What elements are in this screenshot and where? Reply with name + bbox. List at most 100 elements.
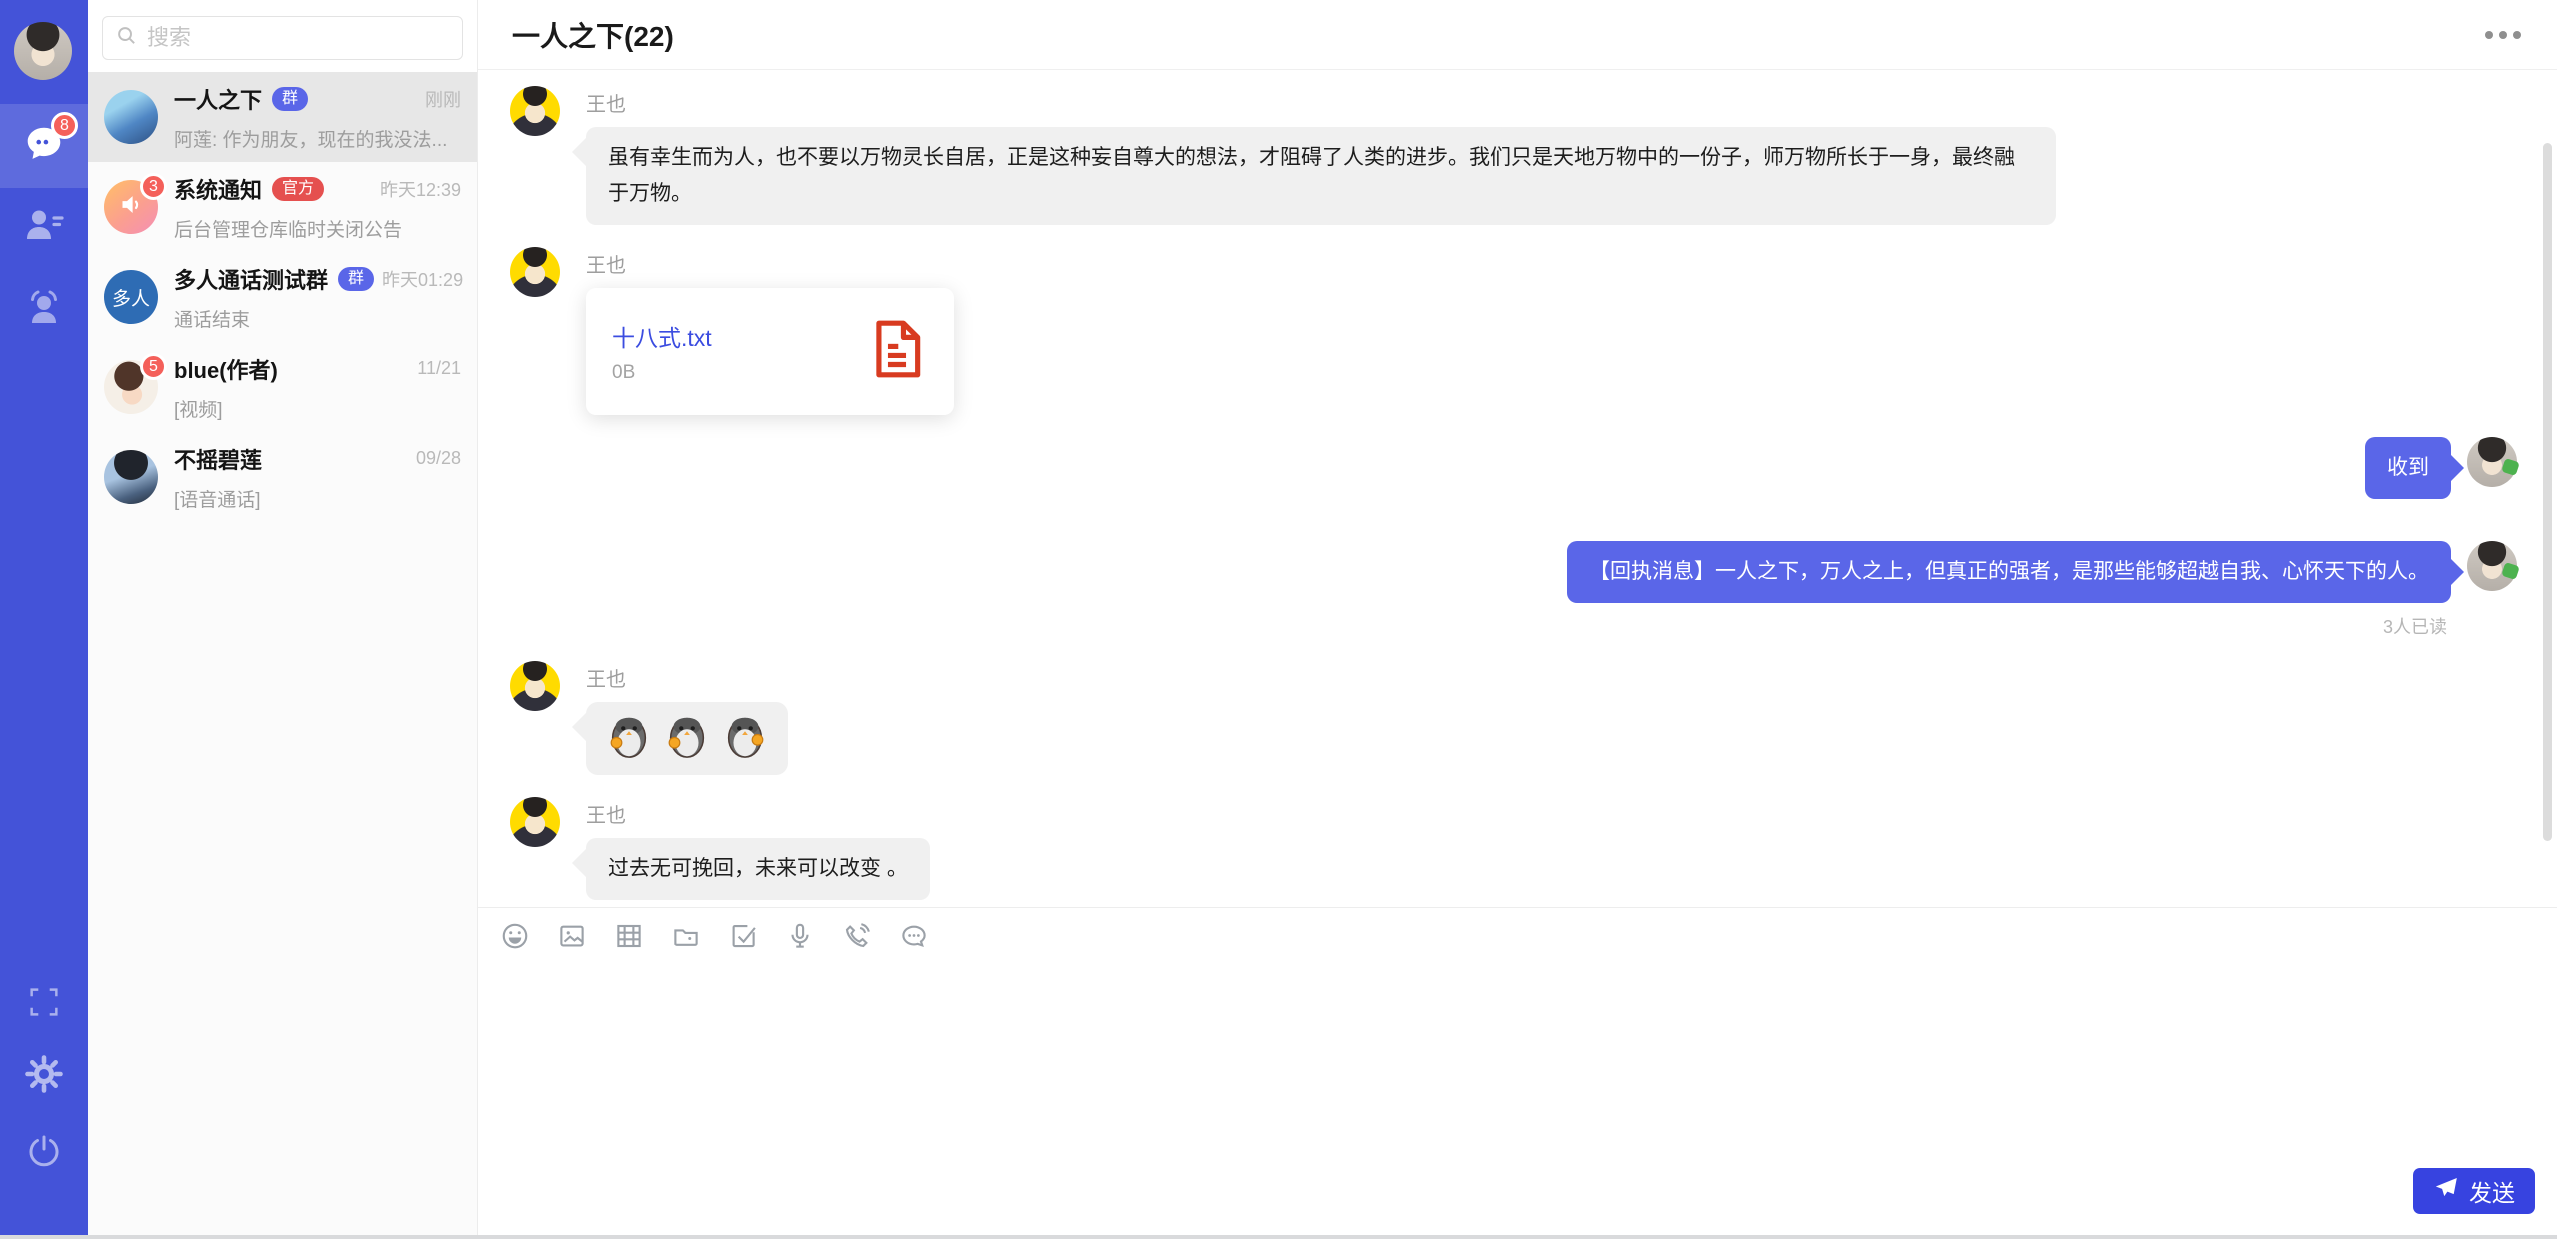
chat-list-panel: 一人之下 群 刚刚 阿莲: 作为朋友，现在的我没法... 3 系统通知 [88,0,478,1239]
read-receipt: 3人已读 [2383,613,2447,639]
message-scrollbar[interactable] [2543,143,2552,841]
message-author: 王也 [586,663,788,692]
chat-name: 一人之下 [174,83,262,115]
chat-name: 不摇碧莲 [174,443,262,475]
chat-preview: 后台管理仓库临时关闭公告 [174,215,461,242]
outgoing-message-bubble: 收到 [2365,437,2451,499]
chat-preview: [视频] [174,395,461,422]
nav-chats-active[interactable]: 8 [0,104,88,188]
group-chat-icon [22,286,66,335]
call-button[interactable] [842,921,872,951]
group-tag: 群 [272,87,308,111]
fullscreen-button[interactable] [0,983,88,1026]
group-tag: 群 [338,267,374,291]
nav-groups[interactable] [0,286,88,335]
unread-badge: 5 [140,353,167,380]
composer: 发送 [478,907,2557,1239]
chat-preview: 通话结束 [174,305,461,332]
microphone-button[interactable] [785,921,815,951]
emoji-button[interactable] [500,921,530,951]
composer-toolbar [478,908,2557,951]
message-group: 王也 过去无可挽回，未来可以改变 。 [510,797,2517,900]
search-input[interactable] [147,25,450,51]
contacts-icon [22,203,66,252]
message-input[interactable] [478,951,2557,1239]
chat-item-blue[interactable]: 5 blue(作者) 11/21 [视频] [88,342,477,432]
chat-item-yirenzhixia[interactable]: 一人之下 群 刚刚 阿莲: 作为朋友，现在的我没法... [88,72,477,162]
chat-preview: [语音通话] [174,485,461,512]
search-area [88,0,477,72]
message-bubble: 过去无可挽回，未来可以改变 。 [586,838,930,900]
chat-item-system-notice[interactable]: 3 系统通知 官方 昨天12:39 后台管理仓库临时关闭公告 [88,162,477,252]
conversation-header: 一人之下(22) [478,0,2557,70]
nav-rail: 8 [0,0,88,1239]
search-icon [115,24,138,52]
chat-time: 刚刚 [417,86,461,112]
message-group: 王也 虽有幸生而为人，也不要以万物灵长自居，正是这种妄自尊大的想法，才阻碍了人类… [510,86,2517,225]
multi-call-avatar: 多人 [104,270,158,324]
message-group-outgoing: 收到 [510,437,2517,499]
chat-name: 多人通话测试群 [174,263,328,295]
chat-name: 系统通知 [174,173,262,205]
file-size: 0B [612,362,712,384]
chat-app-window: 8 [0,0,2557,1239]
message-group: 王也 [510,661,2517,775]
official-tag: 官方 [272,177,324,201]
more-options-icon[interactable] [2483,25,2523,45]
file-name-link[interactable]: 十八式.txt [612,319,712,353]
screenshot-check-button[interactable] [728,921,758,951]
chat-time: 09/28 [408,448,461,469]
message-author: 王也 [586,88,2056,117]
image-button[interactable] [557,921,587,951]
file-attachment-card[interactable]: 十八式.txt 0B [586,288,954,415]
settings-button[interactable] [0,1052,88,1101]
self-avatar[interactable] [2467,437,2517,487]
wangye-avatar[interactable] [510,86,560,136]
buyaobilian-avatar [104,450,158,504]
fullscreen-icon [25,983,63,1026]
paper-plane-icon [2433,1175,2459,1207]
speaker-icon [118,191,145,223]
chat-item-buyaobilian[interactable]: 不摇碧莲 09/28 [语音通话] [88,432,477,522]
wangye-avatar[interactable] [510,797,560,847]
penguin-sticker [604,711,654,766]
penguin-sticker [662,711,712,766]
wangye-avatar[interactable] [510,661,560,711]
chat-time: 11/21 [409,358,461,379]
document-file-icon [866,318,928,385]
power-icon [24,1131,64,1176]
unread-total-badge: 8 [51,112,78,139]
chat-list: 一人之下 群 刚刚 阿莲: 作为朋友，现在的我没法... 3 系统通知 [88,72,477,1239]
outgoing-message-bubble: 【回执消息】一人之下，万人之上，但真正的强者，是那些能够超越自我、心怀天下的人。 [1567,541,2451,603]
conversation-panel: 一人之下(22) 王也 虽有幸生而为人，也不要以万物灵长自居，正是这种妄自尊大的… [478,0,2557,1239]
video-file-button[interactable] [614,921,644,951]
conversation-title: 一人之下(22) [512,15,674,55]
chat-time: 昨天12:39 [372,176,461,202]
unread-badge: 3 [140,173,167,200]
send-button[interactable]: 发送 [2413,1168,2535,1214]
chat-name: blue(作者) [174,353,278,385]
user-avatar[interactable] [14,22,72,80]
chat-preview: 阿莲: 作为朋友，现在的我没法... [174,125,461,152]
search-box[interactable] [102,16,463,60]
chat-item-multi-call-group[interactable]: 多人 多人通话测试群 群 昨天01:29 通话结束 [88,252,477,342]
wangye-avatar[interactable] [510,247,560,297]
chat-history-button[interactable] [899,921,929,951]
message-group: 王也 十八式.txt 0B [510,247,2517,415]
send-label: 发送 [2469,1174,2515,1208]
sticker-message-bubble [586,702,788,775]
message-group-outgoing: 【回执消息】一人之下，万人之上，但真正的强者，是那些能够超越自我、心怀天下的人。… [510,541,2517,639]
nav-contacts[interactable] [0,203,88,252]
window-bottom-border [0,1235,2557,1239]
message-author: 王也 [586,799,930,828]
file-folder-button[interactable] [671,921,701,951]
message-bubble: 虽有幸生而为人，也不要以万物灵长自居，正是这种妄自尊大的想法，才阻碍了人类的进步… [586,127,2056,225]
group-avatar [104,90,158,144]
message-author: 王也 [586,249,954,278]
system-notice-avatar: 3 [104,180,158,234]
message-list: 王也 虽有幸生而为人，也不要以万物灵长自居，正是这种妄自尊大的想法，才阻碍了人类… [478,70,2557,907]
logout-button[interactable] [0,1131,88,1176]
self-avatar[interactable] [2467,541,2517,591]
chat-time: 昨天01:29 [374,266,463,292]
gear-icon [22,1052,66,1101]
